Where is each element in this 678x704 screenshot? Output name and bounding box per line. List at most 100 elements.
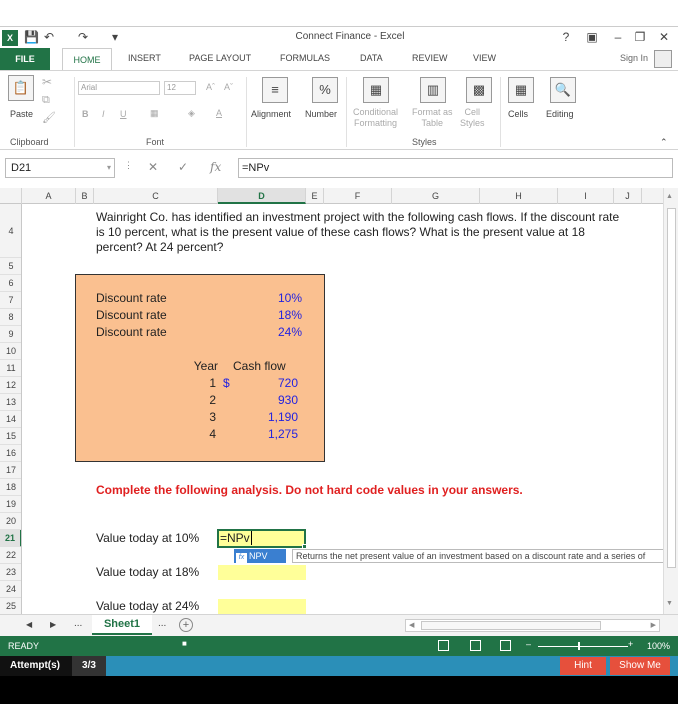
row-header[interactable]: 18 [0, 479, 21, 496]
conditional-formatting-icon[interactable]: ▦ [363, 77, 389, 103]
scroll-down-icon[interactable]: ▼ [666, 600, 673, 607]
column-header-e[interactable]: E [306, 188, 324, 204]
row-header[interactable]: 19 [0, 496, 21, 513]
column-header-b[interactable]: B [76, 188, 94, 204]
tab-view[interactable]: VIEW [473, 53, 496, 63]
prev-sheet-icon[interactable]: ◀ [26, 620, 32, 629]
cashflow-value[interactable]: 720 [252, 376, 298, 390]
row-header[interactable]: 11 [0, 360, 21, 377]
sign-in-link[interactable]: Sign In [620, 53, 648, 63]
column-header-c[interactable]: C [94, 188, 218, 204]
save-icon[interactable]: 💾 [24, 30, 39, 44]
discount-rate-value[interactable]: 10% [262, 291, 302, 305]
fill-color-icon[interactable]: ◈ [188, 108, 195, 119]
column-header-h[interactable]: H [480, 188, 558, 204]
row-header[interactable]: 10 [0, 343, 21, 360]
tab-home[interactable]: HOME [62, 48, 112, 71]
cell-styles-icon[interactable]: ▩ [466, 77, 492, 103]
zoom-level[interactable]: 100% [647, 641, 670, 651]
cancel-icon[interactable]: ✕ [148, 160, 158, 174]
show-me-button[interactable]: Show Me [610, 657, 670, 675]
tab-formulas[interactable]: FORMULAS [280, 53, 330, 63]
scroll-up-icon[interactable]: ▲ [666, 193, 673, 200]
column-header-j[interactable]: J [614, 188, 642, 204]
tab-file[interactable]: FILE [0, 48, 50, 70]
discount-rate-value[interactable]: 18% [262, 308, 302, 322]
close-icon[interactable]: ✕ [656, 30, 672, 44]
add-sheet-icon[interactable]: + [179, 618, 193, 632]
row-header[interactable]: 4 [0, 204, 21, 258]
page-layout-view-icon[interactable] [470, 640, 481, 651]
row-header[interactable]: 24 [0, 581, 21, 598]
row-header[interactable]: 6 [0, 275, 21, 292]
answer-cell-d25[interactable] [218, 599, 306, 614]
cells-icon[interactable]: ▦ [508, 77, 534, 103]
row-header[interactable]: 17 [0, 462, 21, 479]
row-header[interactable]: 7 [0, 292, 21, 309]
restore-icon[interactable]: ❐ [632, 30, 648, 44]
number-button[interactable]: Number [305, 109, 337, 120]
format-as-table-icon[interactable]: ▥ [420, 77, 446, 103]
row-header[interactable]: 8 [0, 309, 21, 326]
page-break-view-icon[interactable] [500, 640, 511, 651]
active-cell-input[interactable]: =NPv [220, 531, 250, 545]
column-header-a[interactable]: A [22, 188, 76, 204]
tab-page-layout[interactable]: PAGE LAYOUT [189, 53, 251, 63]
tab-review[interactable]: REVIEW [412, 53, 448, 63]
column-header-i[interactable]: I [558, 188, 614, 204]
tab-insert[interactable]: INSERT [128, 53, 161, 63]
next-sheet-icon[interactable]: ▶ [50, 620, 56, 629]
scroll-left-icon[interactable]: ◀ [409, 621, 414, 629]
italic-icon[interactable]: I [102, 109, 105, 120]
zoom-out-icon[interactable]: – [526, 639, 531, 649]
editing-icon[interactable]: 🔍 [550, 77, 576, 103]
answer-cell-d23[interactable] [218, 565, 306, 580]
alignment-button[interactable]: Alignment [251, 109, 291, 120]
row-header[interactable]: 14 [0, 411, 21, 428]
row-header[interactable]: 21 [0, 530, 21, 547]
cashflow-value[interactable]: 930 [252, 393, 298, 407]
help-button[interactable]: ? [558, 30, 574, 44]
bold-icon[interactable]: B [82, 109, 89, 120]
scroll-right-icon[interactable]: ▶ [651, 621, 656, 629]
insert-function-icon[interactable]: fx [210, 160, 221, 174]
column-header-g[interactable]: G [392, 188, 480, 204]
shrink-font-icon[interactable]: Aˇ [224, 82, 233, 93]
font-size-select[interactable]: 12 [164, 81, 196, 95]
hint-button[interactable]: Hint [560, 657, 606, 675]
select-all-corner[interactable] [0, 188, 22, 204]
copy-icon[interactable]: ⧉ [42, 95, 50, 106]
format-as-table-button[interactable]: Format as Table [412, 107, 453, 129]
minimize-icon[interactable]: – [610, 30, 626, 44]
format-painter-icon[interactable]: 🖌 [42, 113, 56, 124]
enter-icon[interactable]: ✓ [178, 160, 188, 174]
row-header[interactable]: 16 [0, 445, 21, 462]
underline-icon[interactable]: U [120, 109, 127, 120]
more-sheets-right[interactable]: ... [158, 618, 166, 629]
paste-button[interactable]: Paste [10, 109, 33, 120]
ribbon-display-icon[interactable]: ▣ [584, 30, 600, 44]
column-header-d[interactable]: D [218, 188, 306, 204]
horizontal-scrollbar[interactable]: ◀ ▶ [405, 619, 660, 632]
grow-font-icon[interactable]: Aˆ [206, 82, 215, 93]
discount-rate-value[interactable]: 24% [262, 325, 302, 339]
cells-button[interactable]: Cells [508, 109, 528, 120]
customize-icon[interactable]: ▾ [112, 30, 118, 44]
name-box[interactable]: D21 ▾ [5, 158, 115, 178]
cashflow-value[interactable]: 1,275 [252, 427, 298, 441]
zoom-thumb[interactable] [578, 642, 580, 650]
row-header[interactable]: 22 [0, 547, 21, 564]
zoom-in-icon[interactable]: + [628, 639, 633, 649]
undo-icon[interactable]: ↶ [44, 30, 54, 44]
row-header[interactable]: 5 [0, 258, 21, 275]
row-header[interactable]: 25 [0, 598, 21, 614]
active-cell-d21[interactable]: =NPv [217, 529, 307, 549]
cell-styles-button[interactable]: Cell Styles [460, 107, 485, 129]
cashflow-value[interactable]: 1,190 [252, 410, 298, 424]
formula-input[interactable]: =NPv [238, 158, 673, 178]
normal-view-icon[interactable] [438, 640, 449, 651]
collapse-ribbon-icon[interactable]: ⌃ [660, 137, 668, 148]
editing-button[interactable]: Editing [546, 109, 574, 120]
number-format-icon[interactable]: % [312, 77, 338, 103]
scroll-thumb[interactable] [421, 621, 601, 630]
